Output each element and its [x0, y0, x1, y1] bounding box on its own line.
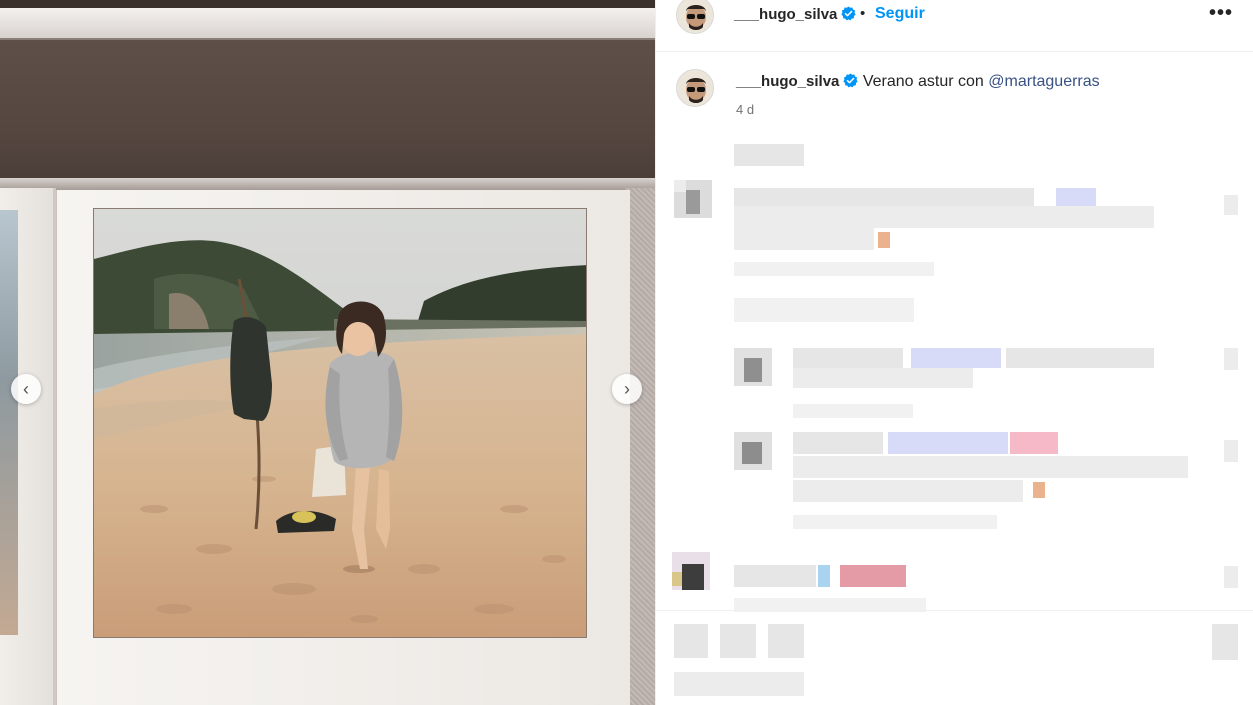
likes-count[interactable]	[674, 672, 804, 696]
like-comment-icon[interactable]	[1224, 566, 1238, 588]
share-icon[interactable]	[768, 624, 804, 658]
chevron-left-icon: ‹	[23, 378, 29, 399]
more-options-icon[interactable]: •••	[1209, 2, 1233, 25]
actions-divider	[656, 610, 1253, 611]
comment-avatar[interactable]	[672, 552, 710, 590]
view-replies[interactable]	[734, 298, 914, 322]
verified-badge-icon	[843, 73, 859, 88]
adjacent-photo	[0, 210, 18, 635]
window-shade-rail	[0, 8, 655, 40]
header-username-row: ___hugo_silva	[734, 6, 857, 23]
reply-avatar[interactable]	[734, 432, 772, 470]
window-shade-edge	[0, 178, 655, 190]
like-icon[interactable]	[674, 624, 708, 658]
carousel-prev-button[interactable]: ‹	[11, 374, 41, 404]
adjacent-frame	[0, 188, 56, 705]
post-caption: ___hugo_silva Verano astur con @martague…	[736, 73, 1100, 91]
obscured-label	[734, 144, 804, 166]
caption-text: Verano astur con	[862, 73, 984, 90]
header-separator: •	[860, 5, 866, 22]
post-media: ‹ ›	[0, 0, 655, 705]
reply-avatar[interactable]	[734, 348, 772, 386]
carousel-next-button[interactable]: ›	[612, 374, 642, 404]
like-reply-icon[interactable]	[1224, 348, 1238, 370]
caption-username[interactable]: ___hugo_silva	[736, 73, 839, 90]
chevron-right-icon: ›	[624, 378, 630, 399]
like-reply-icon[interactable]	[1224, 440, 1238, 462]
window-shade	[0, 40, 655, 180]
caption-author-avatar[interactable]	[676, 69, 714, 107]
author-avatar[interactable]	[676, 0, 714, 34]
author-username[interactable]: ___hugo_silva	[734, 6, 837, 23]
wall-top	[0, 0, 655, 8]
post-timestamp[interactable]: 4 d	[736, 102, 754, 117]
verified-badge-icon	[841, 6, 857, 21]
comment-avatar[interactable]	[674, 180, 712, 218]
beach-photo	[93, 208, 587, 638]
caption-mention-link[interactable]: @martaguerras	[988, 73, 1099, 90]
save-icon[interactable]	[1212, 624, 1238, 660]
comment-icon[interactable]	[720, 624, 756, 658]
follow-button[interactable]: Seguir	[875, 5, 925, 23]
like-comment-icon[interactable]	[1224, 195, 1238, 215]
post-header: ___hugo_silva • Seguir •••	[656, 0, 1253, 52]
post-info-panel: ___hugo_silva • Seguir ••• ___hugo_silva…	[655, 0, 1253, 705]
